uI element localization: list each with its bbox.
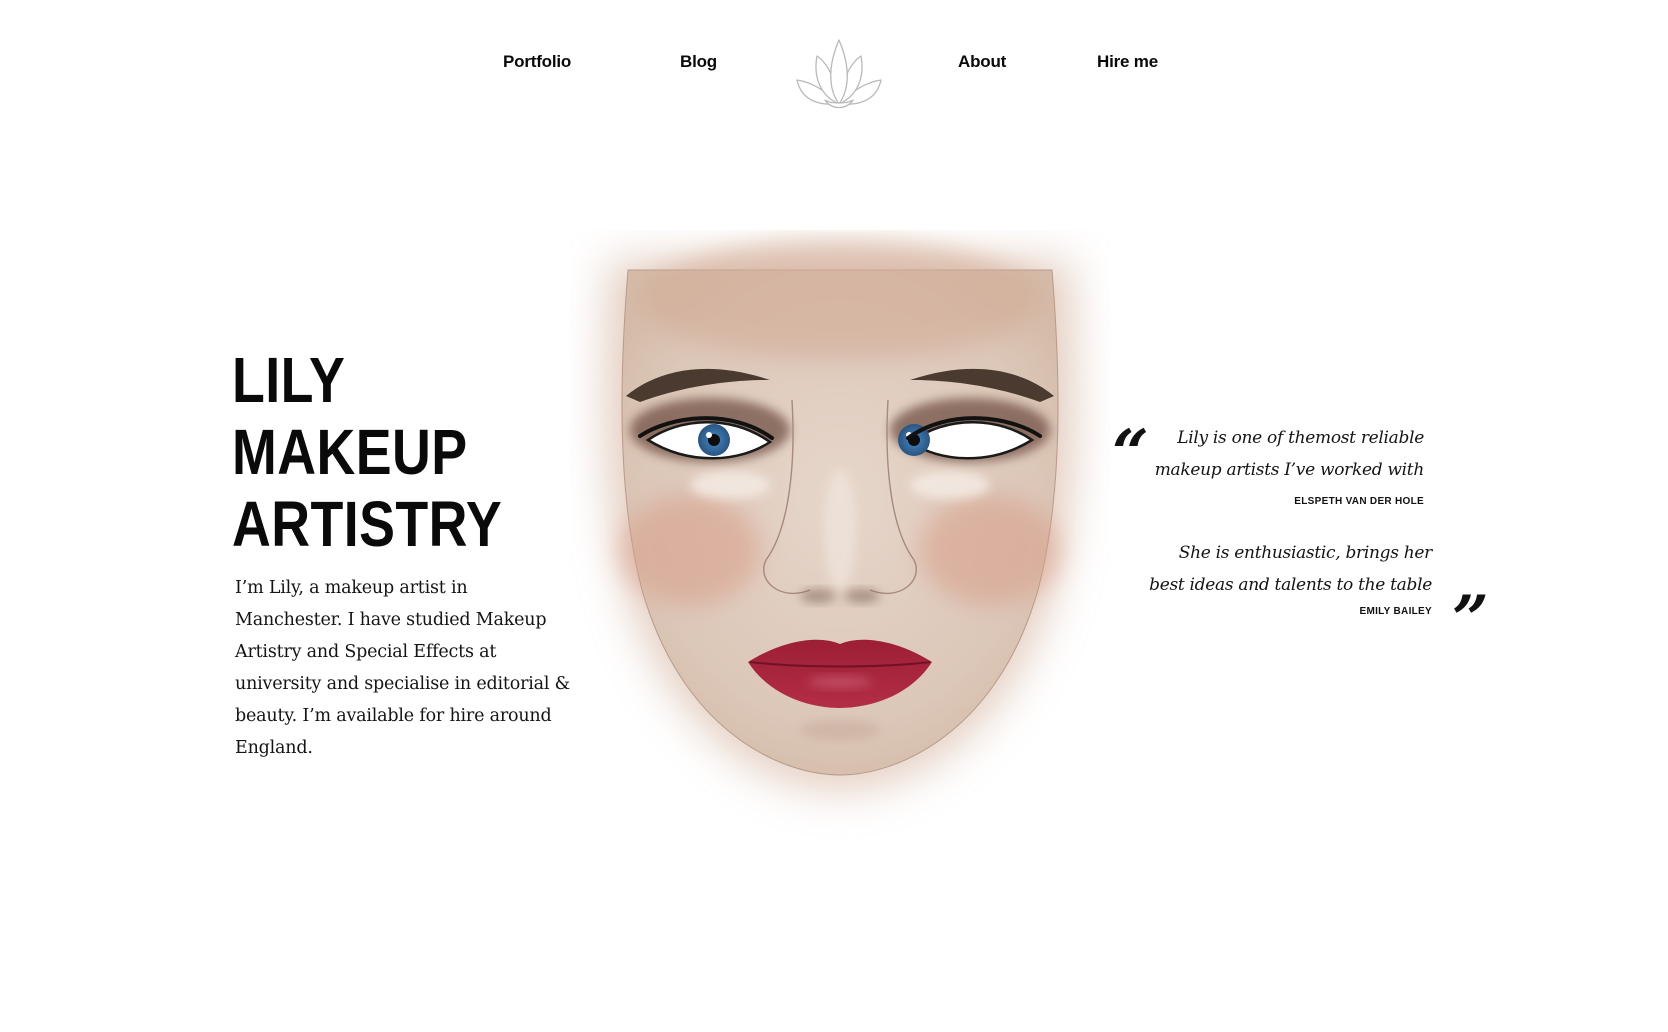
nav-portfolio[interactable]: Portfolio [503,52,571,72]
nav-about[interactable]: About [958,52,1006,72]
title-line: LILY [232,344,346,416]
testimonial-author: EMILY BAILEY [1359,606,1432,617]
testimonial-author: ELSPETH VAN DER HOLE [1294,496,1424,507]
nav-blog[interactable]: Blog [680,52,717,72]
testimonial-quote: She is enthusiastic, brings her best ide… [1149,543,1432,595]
title-line: ARTISTRY [232,488,503,560]
close-quote-icon: ” [1452,582,1489,657]
blush-right [920,495,1060,605]
page-title: LILY MAKEUP ARTISTRY [232,344,502,560]
face-chart-illustration [605,240,1075,790]
lotus-icon[interactable] [795,34,883,112]
intro-text: I’m Lily, a makeup artist in Manchester.… [235,578,571,758]
testimonial-quote: Lily is one of themost reliable makeup a… [1154,428,1425,480]
nav-hire-me[interactable]: Hire me [1097,52,1158,72]
blush-left [620,495,760,605]
title-line: MAKEUP [232,416,468,488]
